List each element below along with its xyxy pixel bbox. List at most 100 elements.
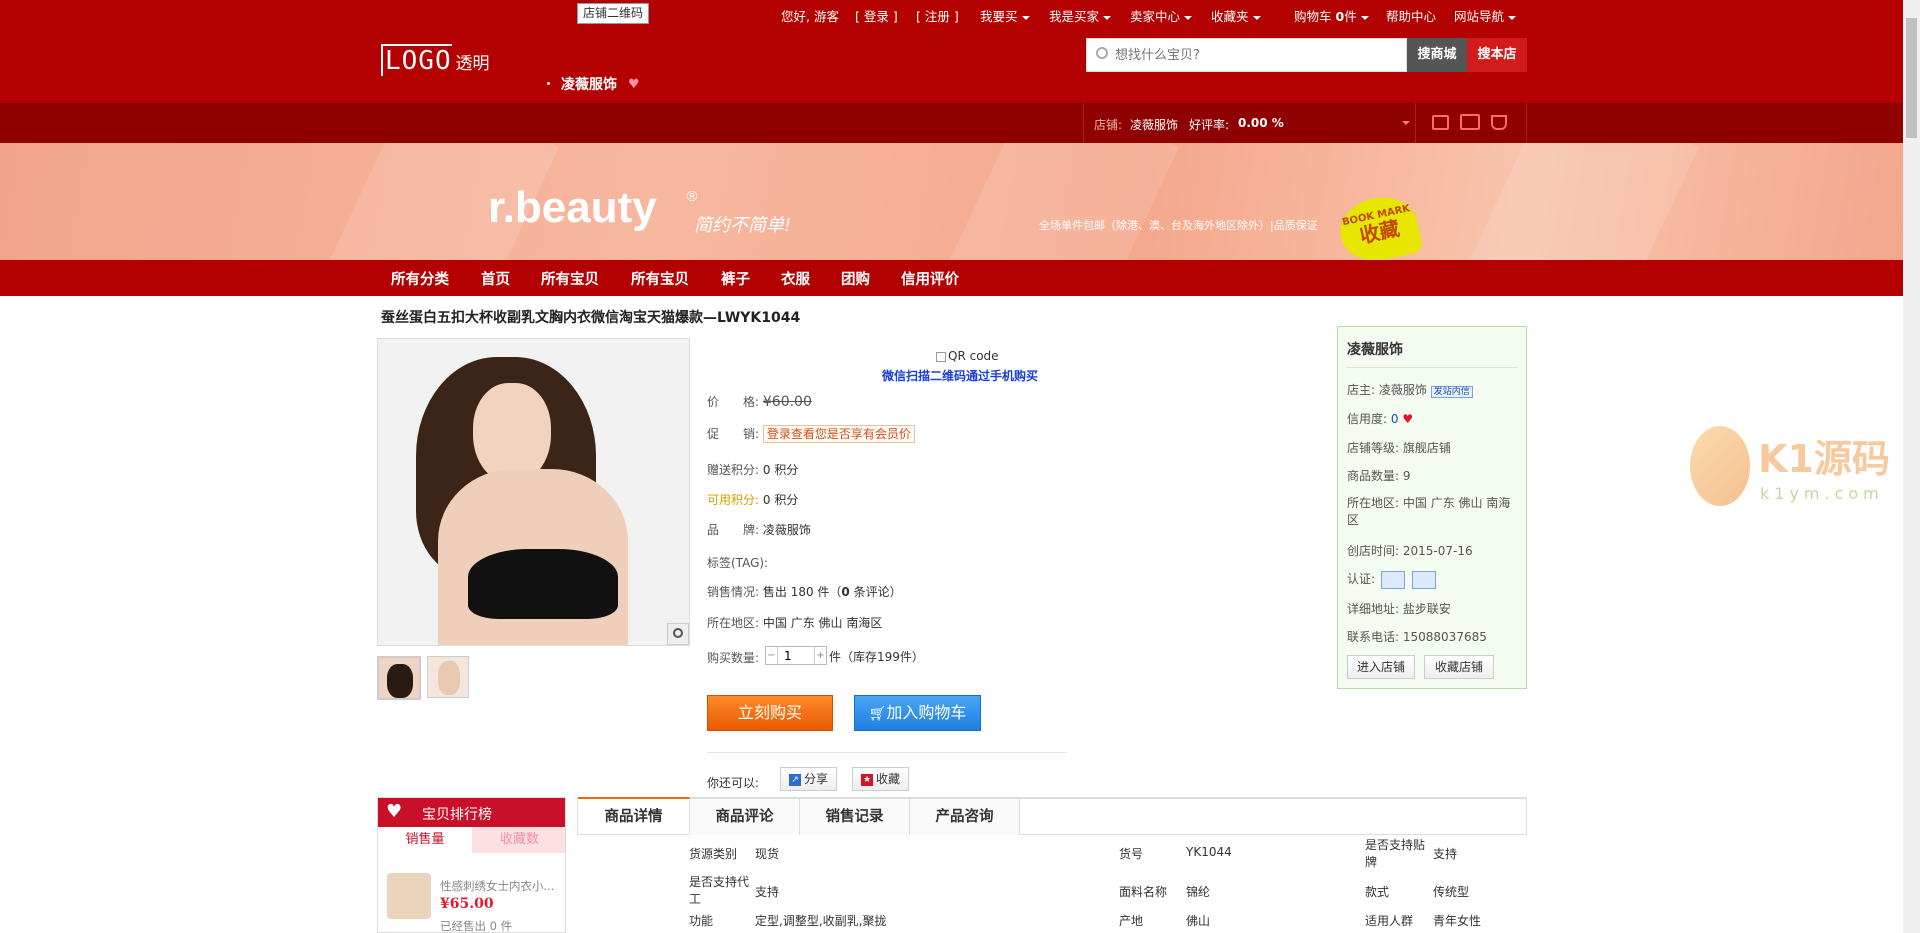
level-value: 旗舰店铺 [1402,441,1451,455]
page-scrollbar[interactable] [1903,0,1920,933]
quantity-input[interactable] [780,648,812,663]
address-value: 盐步联安 [1402,602,1451,616]
cert-person-icon [1380,570,1405,589]
broken-image-icon [936,351,946,362]
reviews-count[interactable]: 0 [841,585,849,599]
credit-row: 信用度: 0 ♥ [1347,410,1413,427]
store-navigation: 所有分类 首页 所有宝贝 所有宝贝 裤子 衣服 团购 信用评价 [0,260,1903,296]
points-gift-value: 0 积分 [762,463,799,477]
search-input[interactable] [1115,43,1395,67]
ranking-item-image[interactable] [387,873,431,919]
banner-stripe [941,143,1179,260]
sales-count: 售出 180 件（ [762,585,842,599]
ranking-tab-favorites[interactable]: 收藏数 [472,827,565,853]
nav-all-items[interactable]: 所有宝贝 [541,268,599,289]
spec-key: 是否支持代工 [689,875,750,906]
register-link[interactable]: [ 注册 ] [916,6,959,25]
store-info-bar: 店铺: 凌薇服饰 好评率: 0.00 % [0,103,1903,143]
spec-value: 佛山 [1186,914,1211,928]
nav-home[interactable]: 首页 [481,268,510,289]
thumbnail-2[interactable] [427,656,469,698]
banner-brand: r.beauty [488,183,657,232]
help-link[interactable]: 帮助中心 [1386,6,1436,25]
sales-row: 销售情况: 售出 180 件（0 条评论） [707,583,902,600]
tags-row: 标签(TAG): [707,554,768,571]
nav-group-buy[interactable]: 团购 [841,268,870,289]
points-gift-label: 赠送积分: [707,463,760,477]
shop-info-panel: 凌薇服饰 店主: 凌薇服饰 发站内信 信用度: 0 ♥ 店铺等级: 旗舰店铺 商… [1337,326,1527,689]
tab-product-consult[interactable]: 产品咨询 [910,799,1020,835]
ranking-header: ♥ 宝贝排行榜 [378,798,565,827]
banner-slogan: 简约不简单! [694,215,792,236]
cart-label: 购物车 [1294,9,1332,24]
ranking-item-name[interactable]: 性感刺绣女士内衣小... [440,878,554,894]
ranking-title: 宝贝排行榜 [422,807,492,823]
spec-key: 货号 [1119,847,1144,861]
buyer-menu[interactable]: 我是买家 [1049,6,1112,25]
quantity-plus-button[interactable]: + [814,647,826,664]
product-image[interactable] [377,338,690,646]
search-box [1086,38,1407,72]
also-label: 你还可以: [707,776,760,790]
site-nav-menu[interactable]: 网站导航 [1454,6,1517,25]
price-row: 价 格: ¥60.00 [707,393,812,410]
watermark: K1源码 k1ym.com [1688,424,1898,514]
tab-product-reviews[interactable]: 商品评论 [690,799,800,835]
cart-menu[interactable]: 购物车 0件 [1294,6,1369,25]
seller-center-label: 卖家中心 [1130,9,1181,24]
message-icon[interactable] [1460,114,1480,130]
nav-all-categories[interactable]: 所有分类 [391,268,449,289]
heart-icon: ♥ [628,77,640,92]
model-bra [468,549,618,619]
login-link[interactable]: [ 登录 ] [855,6,898,25]
nav-pants[interactable]: 裤子 [721,268,750,289]
chevron-down-icon[interactable] [1402,121,1410,125]
collect-button[interactable]: ★ 收藏 [852,767,909,791]
site-logo[interactable]: LOGO 透明 [381,44,489,78]
share-button[interactable]: ↗ 分享 [780,767,837,791]
nav-clothes[interactable]: 衣服 [781,268,810,289]
buy-now-button[interactable]: 立刻购买 [707,695,833,731]
coupon-icon[interactable] [1432,115,1449,130]
i-want-buy-menu[interactable]: 我要买 [980,6,1030,25]
spec-value: 支持 [755,885,780,899]
thumbnail-1-figure [387,664,413,698]
scrollbar-thumb[interactable] [1906,18,1917,138]
contact-badge[interactable]: 发站内信 [1430,386,1473,398]
quantity-stepper: − + [765,646,827,665]
ranking-tab-sales[interactable]: 销售量 [378,827,472,853]
seller-center-menu[interactable]: 卖家中心 [1130,6,1193,25]
store-name[interactable]: 凌薇服饰 [1130,116,1178,133]
promo-login-link[interactable]: 登录查看您是否享有会员价 [762,425,915,443]
add-to-cart-button[interactable]: 🛒︎加入购物车 [854,695,981,731]
spec-key: 产地 [1119,914,1144,928]
search-store-button[interactable]: 搜本店 [1467,38,1527,72]
region-label: 所在地区: [1347,496,1400,510]
spec-value: 支持 [1433,847,1458,861]
promo-row: 促 销: 登录查看您是否享有会员价 [707,425,915,443]
spec-value: 现货 [755,847,780,861]
tab-sales-records[interactable]: 销售记录 [800,799,910,835]
ranking-item-price: ¥65.00 [440,896,494,912]
favorites-menu[interactable]: 收藏夹 [1211,6,1261,25]
enter-store-button[interactable]: 进入店铺 [1347,655,1415,679]
banner-reg: ® [685,189,699,205]
quantity-minus-button[interactable]: − [766,647,778,664]
location-label: 所在地区: [707,616,760,630]
tab-product-details[interactable]: 商品详情 [578,797,690,833]
shield-icon[interactable] [1491,115,1507,130]
store-qr-button[interactable]: 店铺二维码 [577,3,649,24]
favorite-store-button[interactable]: 收藏店铺 [1424,655,1494,679]
store-banner: r.beauty ® 简约不简单! 全场单件包邮（除港、澳、台及海外地区除外）|… [0,143,1903,260]
search-mall-button[interactable]: 搜商城 [1407,38,1467,72]
zoom-icon[interactable] [667,623,689,645]
search-icon [1096,47,1108,59]
bookmark-badge[interactable]: BOOK MARK 收藏 [1334,190,1424,260]
store-name-link[interactable]: 凌薇服饰 [561,74,617,94]
cert-row: 认证: [1347,570,1436,589]
nav-all-items-2[interactable]: 所有宝贝 [631,268,689,289]
nav-credit-rating[interactable]: 信用评价 [901,268,959,289]
thumbnail-1[interactable] [377,656,421,700]
shop-name[interactable]: 凌薇服饰 [1347,339,1403,359]
chevron-down-icon [1508,15,1517,20]
